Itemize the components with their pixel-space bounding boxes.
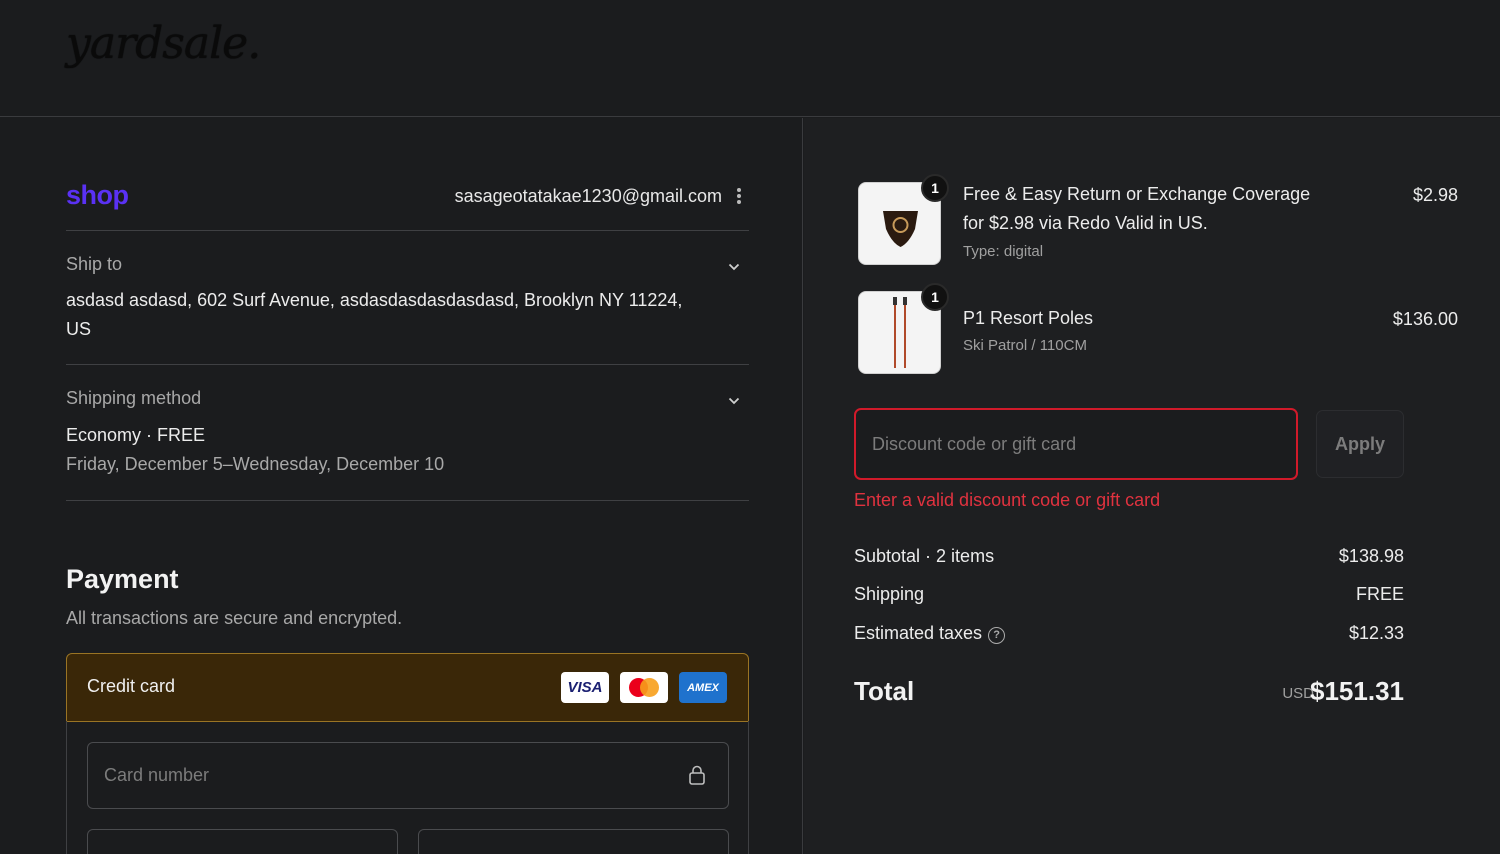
total-value: $151.31 (1310, 676, 1404, 706)
more-options-icon[interactable] (736, 186, 742, 206)
shipping-address: asdasd asdasd, 602 Surf Avenue, asdasdas… (66, 290, 683, 339)
item-title: P1 Resort Poles (963, 308, 1094, 328)
apply-discount-button[interactable]: Apply (1316, 410, 1404, 478)
total-label: Total (854, 676, 915, 706)
item-title-line2: for $2.98 via Redo Valid in US. (963, 213, 1208, 233)
card-number-placeholder: Card number (104, 765, 210, 785)
item-variant: Type: digital (963, 243, 1044, 260)
mastercard-icon (620, 672, 668, 703)
account-email: sasageotatakae1230@gmail.com (454, 186, 722, 206)
expiration-date-field[interactable] (87, 829, 398, 854)
card-number-field[interactable]: Card number (87, 742, 729, 809)
shipping-method-label: Shipping method (66, 388, 202, 408)
visa-icon: VISA (561, 672, 609, 703)
chevron-down-icon[interactable] (728, 261, 740, 273)
payment-heading: Payment (66, 564, 179, 594)
item-price: $136.00 (1392, 309, 1458, 329)
taxes-label: Estimated taxes (854, 623, 983, 643)
shipping-label: Shipping (854, 584, 925, 604)
ship-to-label: Ship to (66, 254, 123, 274)
amex-icon: AMEX (679, 672, 727, 703)
credit-card-option[interactable]: Credit card VISA AMEX (66, 653, 749, 722)
quantity-badge: 1 (921, 174, 949, 202)
checkout-form-column: shop sasageotatakae1230@gmail.com Ship t… (0, 118, 803, 854)
subtotal-label: Subtotal · 2 items (854, 546, 995, 566)
credit-card-form: Card number (66, 721, 749, 854)
cart-item: 1 Free & Easy Return or Exchange Coverag… (858, 174, 1458, 272)
payment-subtitle: All transactions are secure and encrypte… (66, 608, 403, 628)
shipping-method-name: Economy · FREE (66, 425, 206, 445)
discount-placeholder: Discount code or gift card (872, 434, 1077, 454)
item-title: Free & Easy Return or Exchange Coverage (963, 184, 1311, 204)
delivery-dates: Friday, December 5–Wednesday, December 1… (66, 454, 445, 474)
taxes-row: Estimated taxes? $12.33 (854, 623, 1404, 644)
item-price: $2.98 (1412, 185, 1458, 205)
cart-item: 1 P1 Resort Poles Ski Patrol / 110CM $13… (858, 283, 1458, 381)
divider (66, 364, 749, 365)
subtotal-value: $138.98 (1338, 546, 1404, 566)
lock-icon (688, 765, 706, 790)
yardsale-logo[interactable]: yardsale. (66, 18, 261, 69)
shipping-row: Shipping FREE (854, 584, 1404, 605)
item-variant: Ski Patrol / 110CM (963, 337, 1087, 354)
quantity-badge: 1 (921, 283, 949, 311)
divider (66, 230, 749, 231)
site-header: yardsale. (0, 0, 1500, 117)
order-summary-column: 1 Free & Easy Return or Exchange Coverag… (804, 118, 1500, 854)
discount-code-input[interactable]: Discount code or gift card (854, 408, 1298, 480)
discount-error-message: Enter a valid discount code or gift card (854, 490, 1161, 510)
chevron-down-icon[interactable] (728, 395, 740, 407)
divider (66, 500, 749, 501)
subtotal-row: Subtotal · 2 items $138.98 (854, 546, 1404, 567)
taxes-value: $12.33 (1348, 623, 1404, 643)
shop-pay-logo: shop (66, 180, 129, 210)
credit-card-label: Credit card (87, 676, 176, 696)
help-icon[interactable]: ? (988, 627, 1006, 644)
security-code-field[interactable] (418, 829, 729, 854)
shipping-value: FREE (1355, 584, 1404, 604)
